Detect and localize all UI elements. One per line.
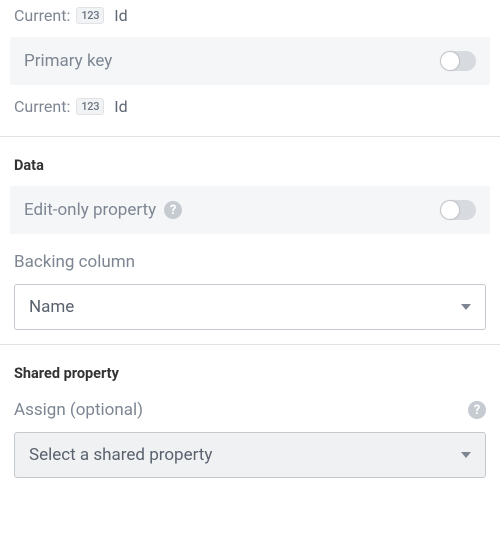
- current-column-name: Id: [114, 97, 127, 116]
- number-type-icon: 123: [76, 7, 104, 24]
- chevron-down-icon: [461, 452, 471, 458]
- current-column-name: Id: [114, 6, 127, 25]
- data-heading: Data: [0, 151, 500, 180]
- number-type-icon: 123: [76, 98, 104, 115]
- chevron-down-icon: [461, 304, 471, 310]
- primary-key-label: Primary key: [24, 51, 112, 71]
- current-label: Current:: [14, 97, 70, 116]
- edit-only-label: Edit-only property: [24, 200, 156, 220]
- primary-key-toggle[interactable]: [440, 51, 476, 71]
- edit-only-property-row: Edit-only property ?: [10, 186, 490, 234]
- divider: [0, 136, 500, 137]
- help-icon[interactable]: ?: [468, 401, 486, 419]
- edit-only-toggle[interactable]: [440, 200, 476, 220]
- backing-column-label: Backing column: [14, 252, 135, 272]
- current-display-key-row: Current: 123 Id: [0, 0, 500, 31]
- shared-property-select[interactable]: Select a shared property: [14, 432, 486, 478]
- current-label: Current:: [14, 6, 70, 25]
- backing-column-value: Name: [29, 297, 74, 317]
- backing-column-select[interactable]: Name: [14, 284, 486, 330]
- shared-property-placeholder: Select a shared property: [29, 445, 212, 465]
- toggle-knob: [441, 201, 459, 219]
- toggle-knob: [441, 52, 459, 70]
- current-primary-key-row: Current: 123 Id: [0, 91, 500, 122]
- primary-key-toggle-row: Primary key: [10, 37, 490, 85]
- assign-label: Assign (optional): [14, 400, 143, 420]
- shared-property-heading: Shared property: [0, 359, 500, 388]
- divider: [0, 344, 500, 345]
- help-icon[interactable]: ?: [164, 201, 182, 219]
